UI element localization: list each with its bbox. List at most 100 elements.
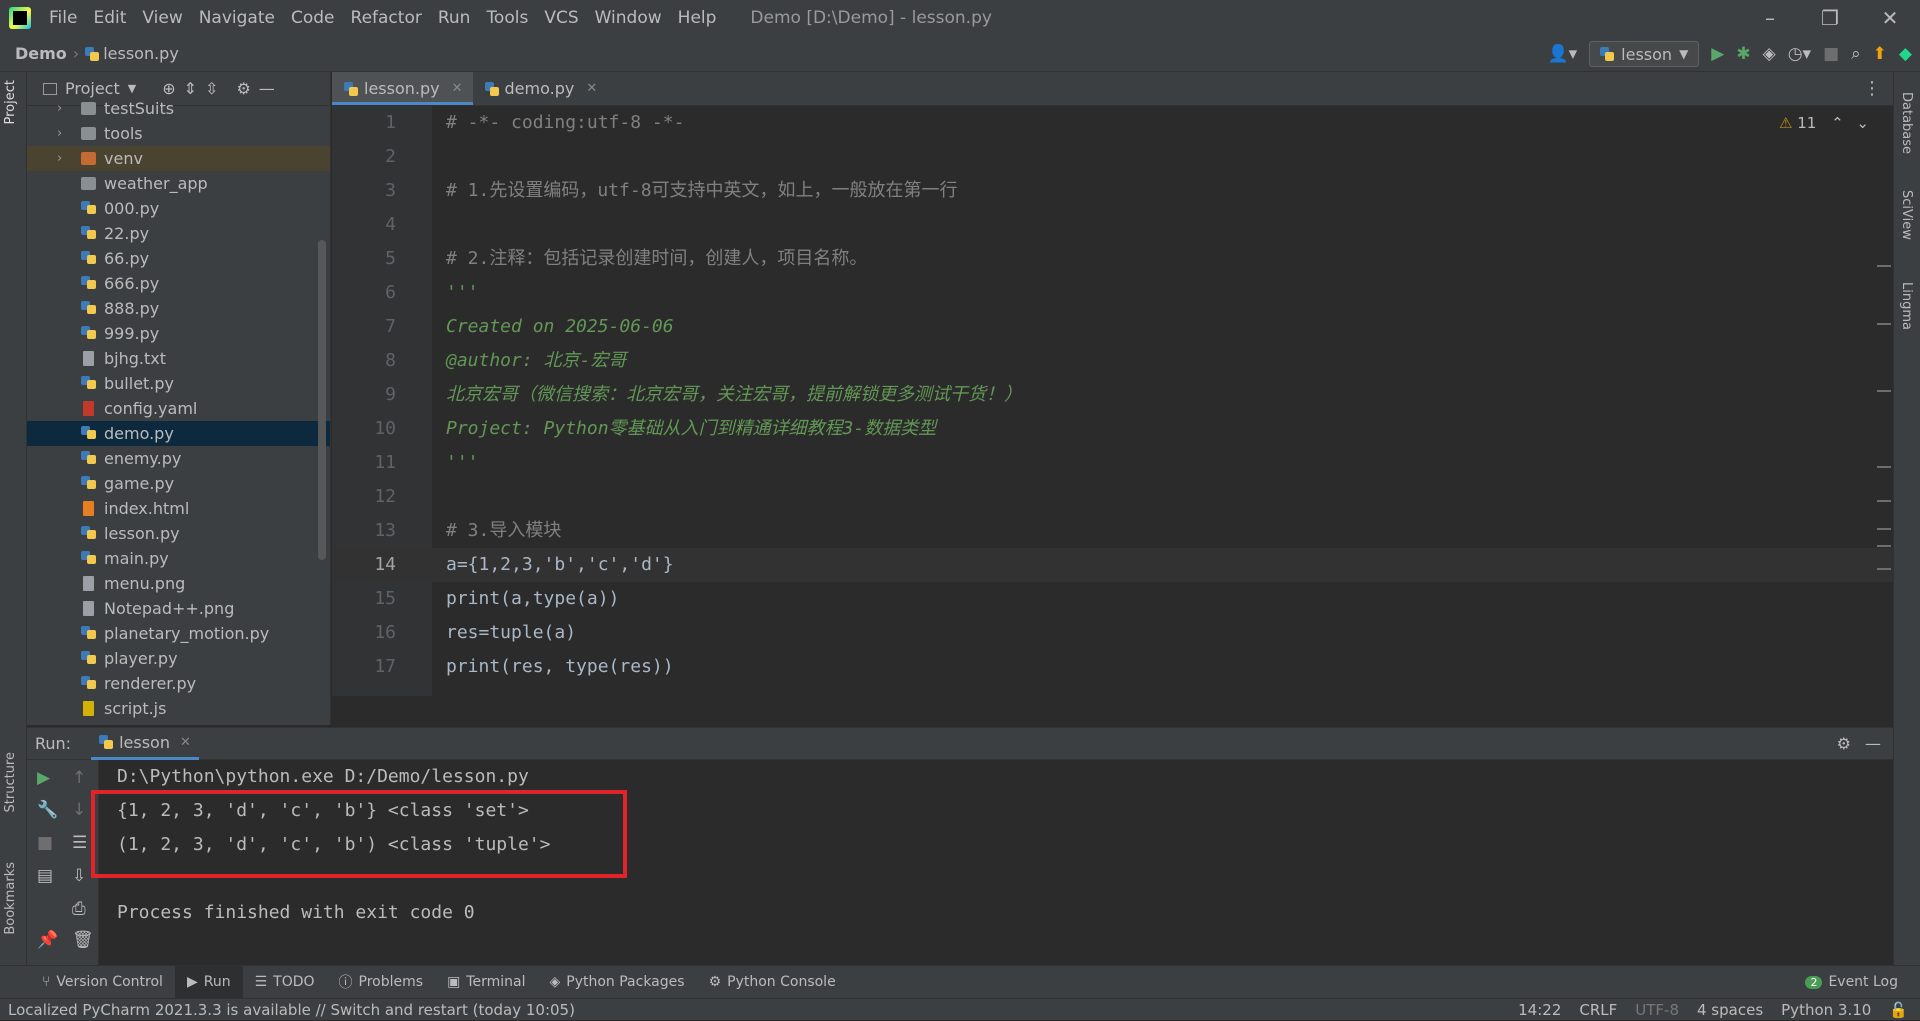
- profile-icon[interactable]: ◷▾: [1788, 44, 1811, 64]
- tool-tab-todo[interactable]: ☰ TODO: [243, 966, 327, 999]
- tree-item[interactable]: enemy.py: [27, 446, 330, 471]
- python-interpreter[interactable]: Python 3.10: [1781, 1001, 1871, 1019]
- tool-tab-python-packages[interactable]: ◈ Python Packages: [537, 966, 696, 999]
- debug-icon[interactable]: ✱: [1736, 44, 1750, 64]
- tab-lesson-py[interactable]: lesson.py ✕: [332, 72, 473, 105]
- tree-item[interactable]: index.html: [27, 496, 330, 521]
- tree-item[interactable]: menu.png: [27, 571, 330, 596]
- event-log-button[interactable]: 2 Event Log: [1793, 966, 1910, 999]
- chevron-up-icon[interactable]: ⌃: [1831, 114, 1844, 132]
- soft-wrap-icon[interactable]: ☰: [72, 833, 87, 853]
- tool-tab-sciview[interactable]: SciView: [1899, 190, 1914, 240]
- close-tab-icon[interactable]: ✕: [586, 81, 597, 96]
- project-scrollbar[interactable]: [318, 240, 326, 560]
- menu-edit[interactable]: Edit: [85, 8, 134, 28]
- plugin-icon[interactable]: ◆: [1899, 44, 1912, 64]
- tree-item[interactable]: 666.py: [27, 271, 330, 296]
- close-tab-icon[interactable]: ✕: [180, 735, 191, 750]
- tool-tab-bookmarks[interactable]: Bookmarks: [3, 862, 18, 935]
- tree-item[interactable]: lesson.py: [27, 521, 330, 546]
- menu-code[interactable]: Code: [283, 8, 343, 28]
- scroll-to-end-icon[interactable]: ⇩: [72, 866, 86, 886]
- tree-item[interactable]: 000.py: [27, 196, 330, 221]
- trash-icon[interactable]: 🗑: [72, 930, 94, 950]
- tool-tab-version-control[interactable]: ⑂ Version Control: [30, 966, 175, 999]
- tree-item[interactable]: › tools: [27, 121, 330, 146]
- chevron-right-icon[interactable]: ›: [57, 146, 62, 171]
- tree-item[interactable]: script.js: [27, 696, 330, 721]
- tree-item[interactable]: 888.py: [27, 296, 330, 321]
- wrench-icon[interactable]: 🔧: [37, 800, 58, 820]
- caret-position[interactable]: 14:22: [1518, 1001, 1561, 1019]
- pin-icon[interactable]: 📌: [37, 930, 58, 950]
- file-encoding[interactable]: UTF-8: [1635, 1001, 1679, 1019]
- tree-item[interactable]: › testSuits: [27, 96, 330, 121]
- tree-item[interactable]: game.py: [27, 471, 330, 496]
- tree-item[interactable]: main.py: [27, 546, 330, 571]
- restore-icon[interactable]: ❐: [1800, 0, 1860, 36]
- tool-tab-project[interactable]: Project: [3, 80, 18, 124]
- tree-item[interactable]: planetary_motion.py: [27, 621, 330, 646]
- inspection-widget[interactable]: ⚠ 11 ⌃ ⌄: [1779, 114, 1869, 132]
- stop-icon[interactable]: ■: [37, 833, 53, 853]
- run-config-selector[interactable]: lesson ▼: [1589, 41, 1700, 67]
- lock-icon[interactable]: 🔓: [1889, 1001, 1908, 1019]
- chevron-right-icon[interactable]: ›: [57, 96, 62, 121]
- tool-tab-run[interactable]: ▶ Run: [174, 965, 243, 999]
- menu-view[interactable]: View: [134, 8, 190, 28]
- tool-tab-database[interactable]: Database: [1899, 92, 1914, 154]
- close-icon[interactable]: ✕: [1860, 0, 1920, 36]
- menu-window[interactable]: Window: [587, 8, 670, 28]
- close-tab-icon[interactable]: ✕: [452, 81, 463, 96]
- tree-item[interactable]: weather_app: [27, 171, 330, 196]
- layout-icon[interactable]: ▤: [37, 866, 53, 886]
- menu-file[interactable]: File: [41, 8, 85, 28]
- tool-tab-python-console[interactable]: ⚙ Python Console: [697, 966, 848, 999]
- tree-item[interactable]: config.yaml: [27, 396, 330, 421]
- arrow-up-icon[interactable]: ↑: [72, 768, 86, 788]
- hide-icon[interactable]: —: [1865, 734, 1881, 753]
- update-icon[interactable]: ⬆: [1873, 44, 1887, 64]
- menu-vcs[interactable]: VCS: [536, 8, 586, 28]
- menu-refactor[interactable]: Refactor: [343, 8, 430, 28]
- menu-help[interactable]: Help: [670, 8, 725, 28]
- chevron-down-icon[interactable]: ⌄: [1856, 114, 1869, 132]
- run-console[interactable]: ▶ ↑ 🔧 ↓ ■ ☰ ▤ ⇩ ⎙ 📌 🗑 D:\Python\python.e…: [27, 760, 1893, 965]
- tree-item[interactable]: 999.py: [27, 321, 330, 346]
- run-icon[interactable]: ▶: [1711, 44, 1724, 64]
- tree-item[interactable]: renderer.py: [27, 671, 330, 696]
- user-icon[interactable]: 👤▾: [1547, 44, 1577, 64]
- menu-tools[interactable]: Tools: [478, 8, 536, 28]
- chevron-down-icon[interactable]: ▼: [128, 82, 136, 95]
- breadcrumb-file[interactable]: lesson.py: [103, 44, 179, 63]
- tool-tab-problems[interactable]: ⓘ Problems: [327, 966, 436, 999]
- tool-tab-terminal[interactable]: ▣ Terminal: [435, 966, 537, 999]
- minimize-icon[interactable]: –: [1740, 0, 1800, 36]
- run-tab-lesson[interactable]: lesson ✕: [91, 727, 199, 760]
- indent-setting[interactable]: 4 spaces: [1697, 1001, 1763, 1019]
- chevron-right-icon[interactable]: ›: [57, 121, 62, 146]
- rerun-icon[interactable]: ▶: [37, 768, 50, 788]
- search-icon[interactable]: ⌕: [1851, 44, 1861, 64]
- tab-demo-py[interactable]: demo.py ✕: [473, 72, 608, 105]
- tree-item[interactable]: bjhg.txt: [27, 346, 330, 371]
- tree-item[interactable]: › venv: [27, 146, 330, 171]
- more-icon[interactable]: ⋮: [1863, 78, 1881, 99]
- tool-tab-structure[interactable]: Structure: [3, 752, 18, 812]
- menu-navigate[interactable]: Navigate: [191, 8, 283, 28]
- status-message[interactable]: Localized PyCharm 2021.3.3 is available …: [8, 1001, 575, 1019]
- arrow-down-icon[interactable]: ↓: [72, 800, 86, 820]
- tree-item[interactable]: Notepad++.png: [27, 596, 330, 621]
- tool-tab-lingma[interactable]: Lingma: [1899, 282, 1914, 330]
- tree-item[interactable]: demo.py: [27, 421, 330, 446]
- code-editor[interactable]: 1 # -*- coding:utf-8 -*- 2 3 # 1.先设置编码，utf-8…: [332, 106, 1893, 696]
- stop-icon[interactable]: ■: [1823, 44, 1839, 64]
- breadcrumb-project[interactable]: Demo: [15, 44, 67, 63]
- tree-item[interactable]: bullet.py: [27, 371, 330, 396]
- print-icon[interactable]: ⎙: [72, 899, 86, 919]
- menu-run[interactable]: Run: [430, 8, 479, 28]
- line-separator[interactable]: CRLF: [1579, 1001, 1617, 1019]
- tree-item[interactable]: player.py: [27, 646, 330, 671]
- tree-item[interactable]: 22.py: [27, 221, 330, 246]
- coverage-icon[interactable]: ◈: [1763, 44, 1776, 64]
